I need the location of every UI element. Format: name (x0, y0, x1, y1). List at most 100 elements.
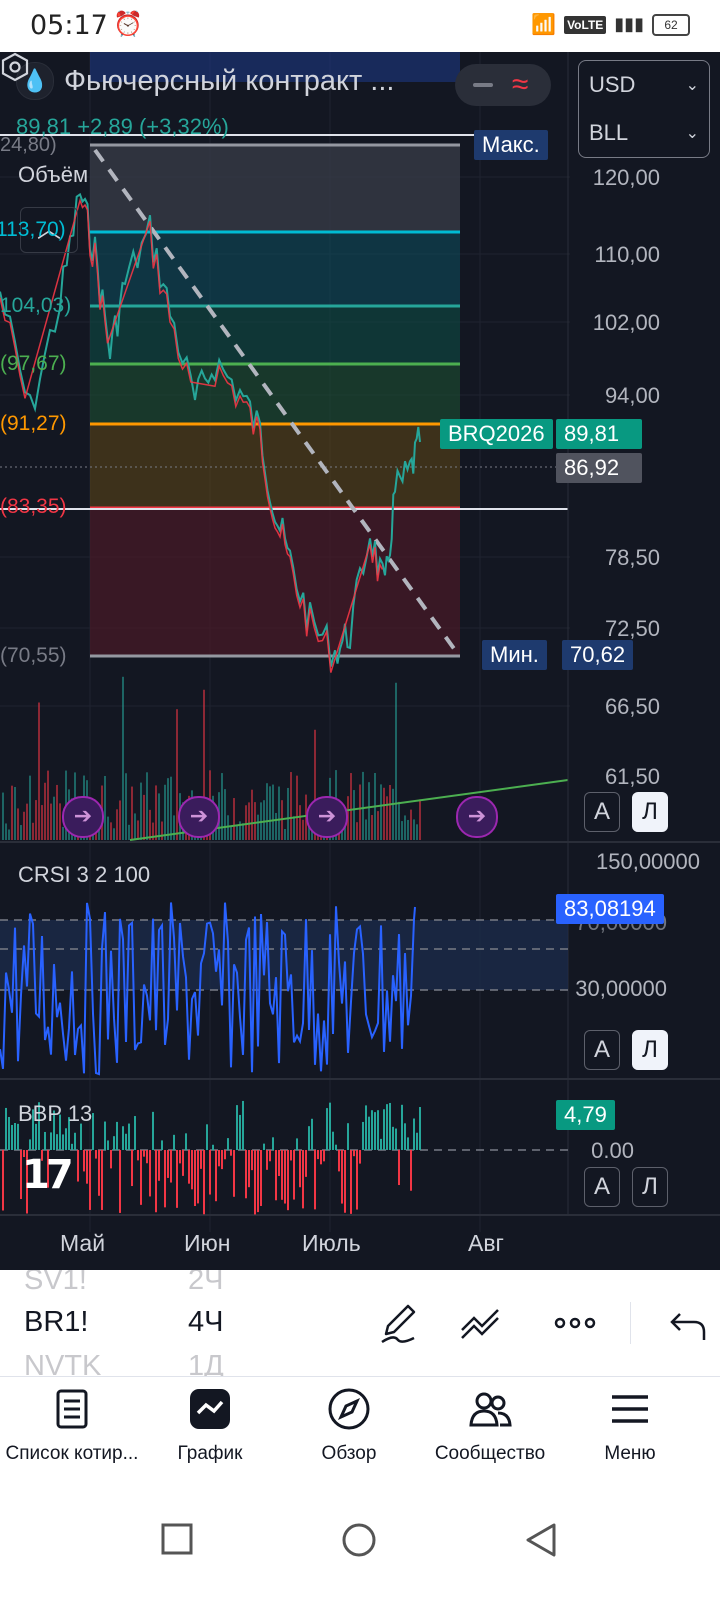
volume-bar (35, 800, 37, 840)
volume-bar (23, 811, 25, 840)
bbp-auto-scale-button[interactable]: A (584, 1167, 620, 1207)
bbp-bar (251, 1150, 253, 1171)
volume-bar (380, 784, 382, 840)
more-icon[interactable] (552, 1300, 598, 1346)
bbp-bar (98, 1150, 100, 1196)
bbp-bar (281, 1150, 283, 1200)
bbp-log-scale-button[interactable]: Л (632, 1167, 668, 1207)
bbp-bar (89, 1150, 91, 1210)
price-axis-label: 61,50 (604, 764, 660, 789)
back-icon[interactable] (524, 1522, 558, 1558)
crsi-axis-top: 150,00000 (596, 849, 700, 874)
bbp-bar (332, 1131, 334, 1150)
nav-overview[interactable]: Обзор (277, 1377, 421, 1487)
volume-bar (236, 824, 238, 840)
fib-label-786: 113,70) (0, 218, 66, 241)
bbp-label: BBP 13 (18, 1101, 93, 1126)
chart-area[interactable]: 💧 Фьючерсный контракт ... ≈ USD ⌄ BLL ⌄ 89… (0, 52, 720, 1305)
status-time: 05:17 (30, 10, 108, 41)
volume-bar (146, 772, 148, 840)
volume-bar (395, 682, 397, 840)
unit-row[interactable]: BLL ⌄ (579, 109, 709, 157)
symbol-row[interactable]: NVTK 1Д (24, 1350, 224, 1377)
volume-bar (104, 775, 106, 840)
volume-bar (170, 776, 172, 840)
volume-bar (26, 803, 28, 840)
volume-bar (383, 787, 385, 840)
fib-label-236: (83,35) (0, 495, 67, 518)
volume-bar (263, 800, 265, 840)
volume-bar (221, 773, 223, 840)
volume-bar (125, 773, 127, 840)
nav-watchlist[interactable]: Список котир... (0, 1377, 144, 1487)
volume-bar (107, 816, 109, 840)
price-axis-label: 110,00 (594, 242, 660, 267)
log-scale-button[interactable]: Л (632, 792, 668, 832)
chart-type-toggle[interactable]: ≈ (455, 64, 551, 106)
bbp-bar (305, 1150, 307, 1177)
volume-bar (134, 813, 136, 840)
tradingview-logo: 17 (22, 1152, 74, 1198)
bbp-bar (35, 1123, 37, 1150)
event-marker-icon[interactable]: ➔ (306, 796, 348, 838)
crsi-label: CRSI 3 2 100 (18, 862, 151, 887)
fib-zone-1 (90, 232, 460, 306)
bbp-bar (44, 1131, 46, 1150)
draw-pencil-icon[interactable] (376, 1300, 422, 1346)
trend-tools-icon[interactable] (458, 1300, 504, 1346)
fib-label-618: 104,03) (0, 294, 72, 317)
event-marker-icon[interactable]: ➔ (456, 796, 498, 838)
currency-row[interactable]: USD ⌄ (579, 61, 709, 109)
crsi-axis-lower: 30,00000 (575, 976, 667, 1001)
symbol-row-selected[interactable]: BR1! 4Ч (24, 1306, 223, 1339)
bbp-bar (200, 1150, 202, 1169)
bbp-value-tag: 4,79 (556, 1100, 615, 1130)
fib-label-500: (97,67) (0, 352, 67, 375)
bbp-bar (206, 1124, 208, 1150)
bbp-bar (275, 1150, 277, 1201)
bbp-bar (311, 1118, 313, 1150)
volume-bar (368, 782, 370, 840)
nav-menu[interactable]: Меню (558, 1377, 702, 1487)
volume-bar (362, 771, 364, 840)
bbp-bar (386, 1104, 388, 1150)
bbp-bar (293, 1150, 295, 1200)
nav-community[interactable]: Сообщество (418, 1377, 562, 1487)
nav-chart[interactable]: График (138, 1377, 282, 1487)
bbp-bar (359, 1150, 361, 1164)
bbp-bar (410, 1150, 412, 1191)
crsi-auto-scale-button[interactable]: A (584, 1030, 620, 1070)
compass-icon (328, 1388, 370, 1430)
symbol-picker[interactable]: SV1! 2Ч BR1! 4Ч NVTK 1Д (24, 1270, 244, 1377)
bbp-bar (158, 1150, 160, 1181)
price-change: +2,89 (+3,32%) (77, 114, 229, 139)
volume-bar (116, 809, 118, 840)
crsi-log-scale-button[interactable]: Л (632, 1030, 668, 1070)
bbp-bar (308, 1126, 310, 1150)
undo-icon[interactable] (664, 1300, 710, 1346)
bbp-bar (242, 1100, 244, 1150)
bbp-bar (416, 1132, 418, 1150)
event-marker-icon[interactable]: ➔ (178, 796, 220, 838)
bbp-bar (377, 1110, 379, 1150)
bbp-bar (191, 1150, 193, 1190)
volume-bar (410, 809, 412, 840)
settings-icon[interactable] (0, 52, 30, 82)
auto-scale-button[interactable]: A (584, 792, 620, 832)
event-marker-icon[interactable]: ➔ (62, 796, 104, 838)
volume-bar (404, 815, 406, 840)
symbol-header[interactable]: 💧 Фьючерсный контракт ... (16, 62, 394, 100)
currency-selector[interactable]: USD ⌄ BLL ⌄ (578, 60, 710, 158)
home-icon[interactable] (341, 1522, 377, 1558)
bbp-bar (248, 1150, 250, 1188)
symbol-title[interactable]: Фьючерсный контракт ... (64, 65, 394, 98)
bbp-bar (209, 1150, 211, 1195)
volume-bar (62, 826, 64, 840)
nav-label: Сообщество (434, 1443, 546, 1464)
bbp-bar (392, 1126, 394, 1150)
symbol-row[interactable]: SV1! 2Ч (24, 1270, 223, 1297)
bbp-bar (302, 1150, 304, 1209)
bbp-bar (407, 1137, 409, 1150)
recent-apps-icon[interactable] (160, 1522, 194, 1556)
bbp-bar (227, 1138, 229, 1150)
